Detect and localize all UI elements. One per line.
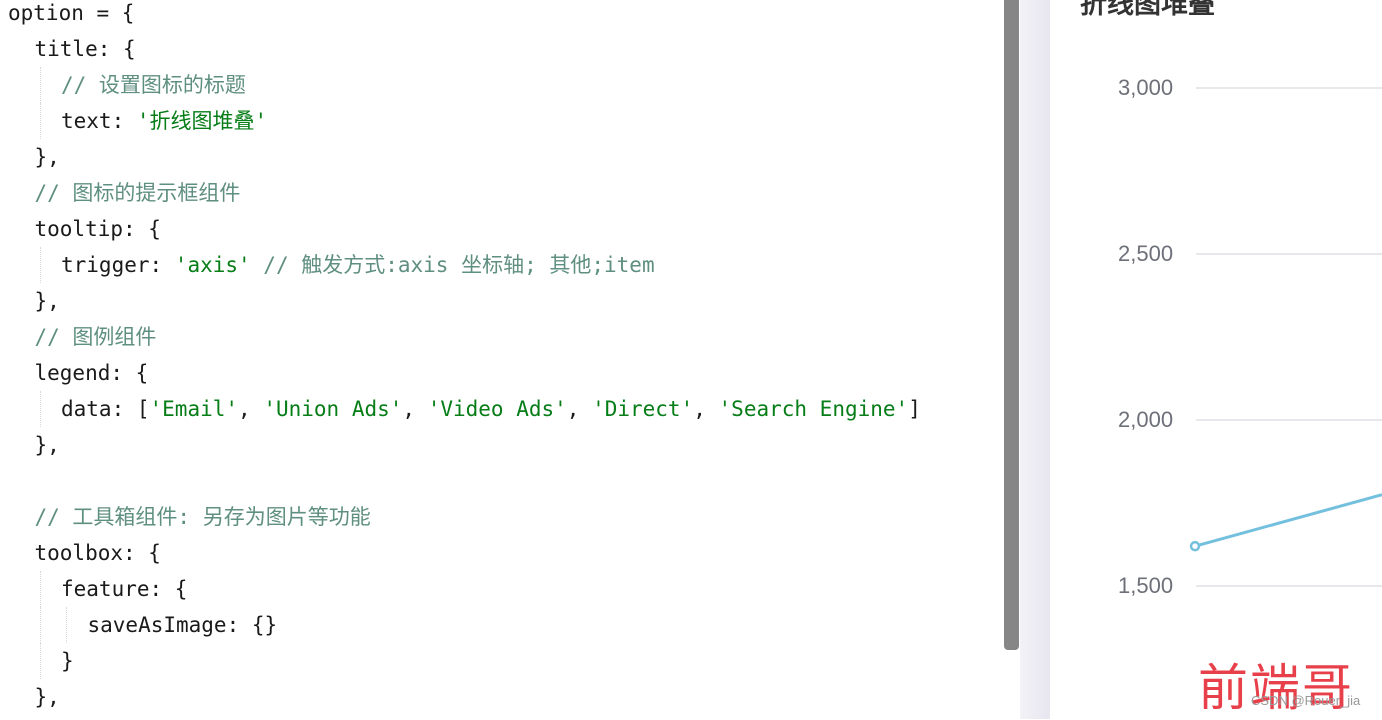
code-string: 'Email' [149,397,239,421]
code-line: // 图标的提示框组件 [0,175,1004,211]
editor-scrollbar[interactable] [1004,0,1019,650]
code-line: tooltip: { [0,211,1004,247]
code-token: legend: { [34,361,149,385]
chart-plot [1189,87,1382,587]
code-line: option = { [0,0,1004,31]
code-token: }, [34,685,60,709]
indent-guide [39,103,41,139]
indent-guide [39,607,41,643]
code-token: toolbox: { [34,541,161,565]
code-string: 'Direct' [592,397,694,421]
indent-guide [39,67,41,103]
data-point[interactable] [1189,540,1201,552]
watermark-credit: CSDN @Rouer_jia [1251,693,1361,708]
code-token: } [61,649,74,673]
code-token: title: { [34,37,136,61]
chart-panel: 折线图堆叠 3,000 2,500 2,000 1,500 [1050,0,1382,719]
code-line: toolbox: { [0,535,1004,571]
code-token: }, [34,145,60,169]
indent-guide [39,247,41,283]
code-line: }, [0,679,1004,715]
code-line: title: { [0,31,1004,67]
code-line: feature: { [0,571,1004,607]
code-editor[interactable]: option = { title: { // 设置图标的标题 text: '折线图堆叠… [0,0,1004,719]
panel-divider [1020,0,1050,719]
code-comment: // 图例组件 [34,325,157,349]
code-token: , [693,397,719,421]
code-comment: // 图标的提示框组件 [34,181,241,205]
code-string: 'Union Ads' [263,397,403,421]
code-token: tooltip: { [34,217,161,241]
code-token: ] [908,397,921,421]
code-token: , [238,397,264,421]
code-line: trigger: 'axis' // 触发方式:axis 坐标轴; 其他;ite… [0,247,1004,283]
code-line: text: '折线图堆叠' [0,103,1004,139]
code-token: data: [ [61,397,150,421]
code-line: data: ['Email', 'Union Ads', 'Video Ads'… [0,391,1004,427]
code-token: , [402,397,428,421]
code-token: feature: { [61,577,188,601]
code-string: 'Video Ads' [427,397,567,421]
code-token: , [566,397,593,421]
code-token: option = { [8,1,135,25]
code-line: }, [0,139,1004,175]
indent-guide [39,643,41,679]
code-line: legend: { [0,355,1004,391]
code-token: text: [61,109,137,133]
series-line [1194,493,1382,548]
code-string: 'axis' [174,253,251,277]
indent-guide [39,571,41,607]
code-line: }, [0,427,1004,463]
code-token: }, [34,289,60,313]
code-line: } [0,643,1004,679]
code-token: saveAsImage: {} [87,613,278,637]
code-comment: // 工具箱组件: 另存为图片等功能 [34,505,371,529]
indent-guide [39,391,41,427]
indent-guide [66,607,67,643]
code-string: 'Search Engine' [718,397,909,421]
code-comment: // 触发方式:axis 坐标轴; 其他;item [250,253,655,277]
code-string: '折线图堆叠' [136,109,268,133]
code-line: }, [0,283,1004,319]
code-line: saveAsImage: {} [0,607,1004,643]
code-comment: // 设置图标的标题 [61,73,246,97]
watermark-logo: 前端哥 [1198,659,1354,717]
code-token: trigger: [61,253,175,277]
code-line: // 设置图标的标题 [0,67,1004,103]
code-line: // 图例组件 [0,319,1004,355]
code-token: }, [34,433,60,457]
code-line: // 工具箱组件: 另存为图片等功能 [0,499,1004,535]
